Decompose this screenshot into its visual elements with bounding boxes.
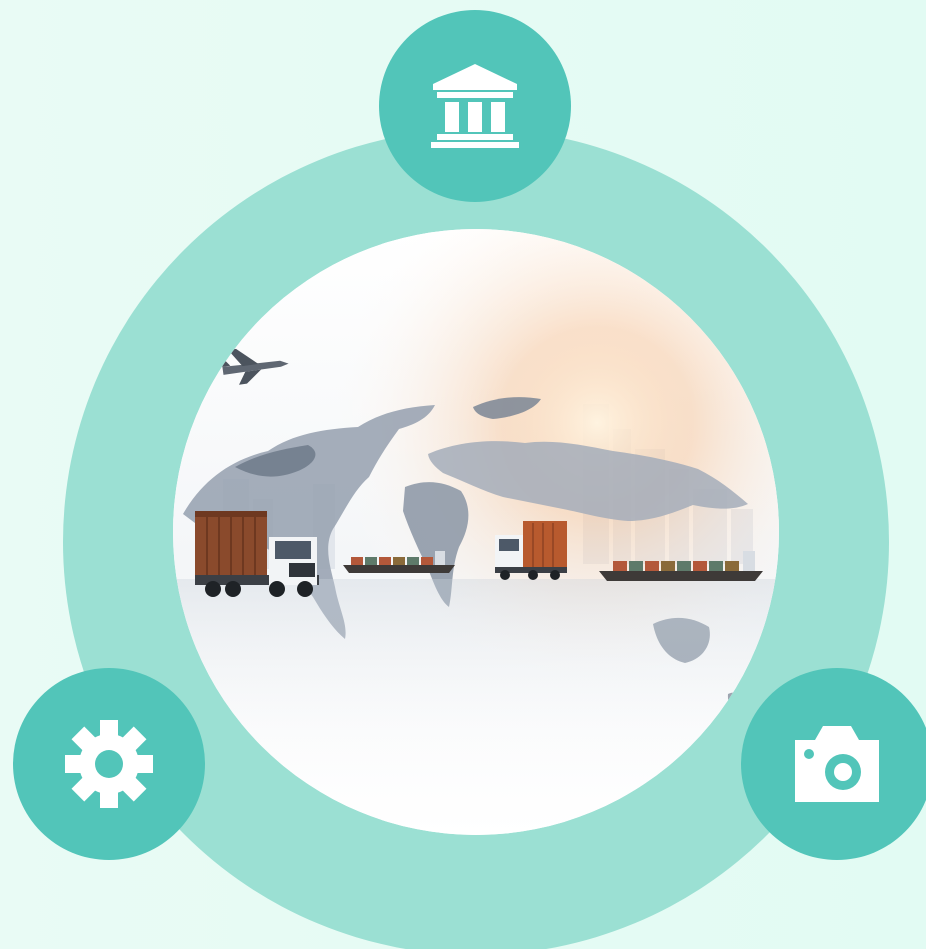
gear-icon (65, 720, 153, 808)
logistics-photo (173, 229, 779, 835)
camera-icon (795, 726, 879, 802)
camera-badge (741, 668, 926, 860)
logistics-photo-illustration (173, 229, 779, 835)
logistics-infographic (0, 0, 926, 949)
settings-badge (13, 668, 205, 860)
bank-badge (379, 10, 571, 202)
bank-icon (431, 64, 519, 148)
